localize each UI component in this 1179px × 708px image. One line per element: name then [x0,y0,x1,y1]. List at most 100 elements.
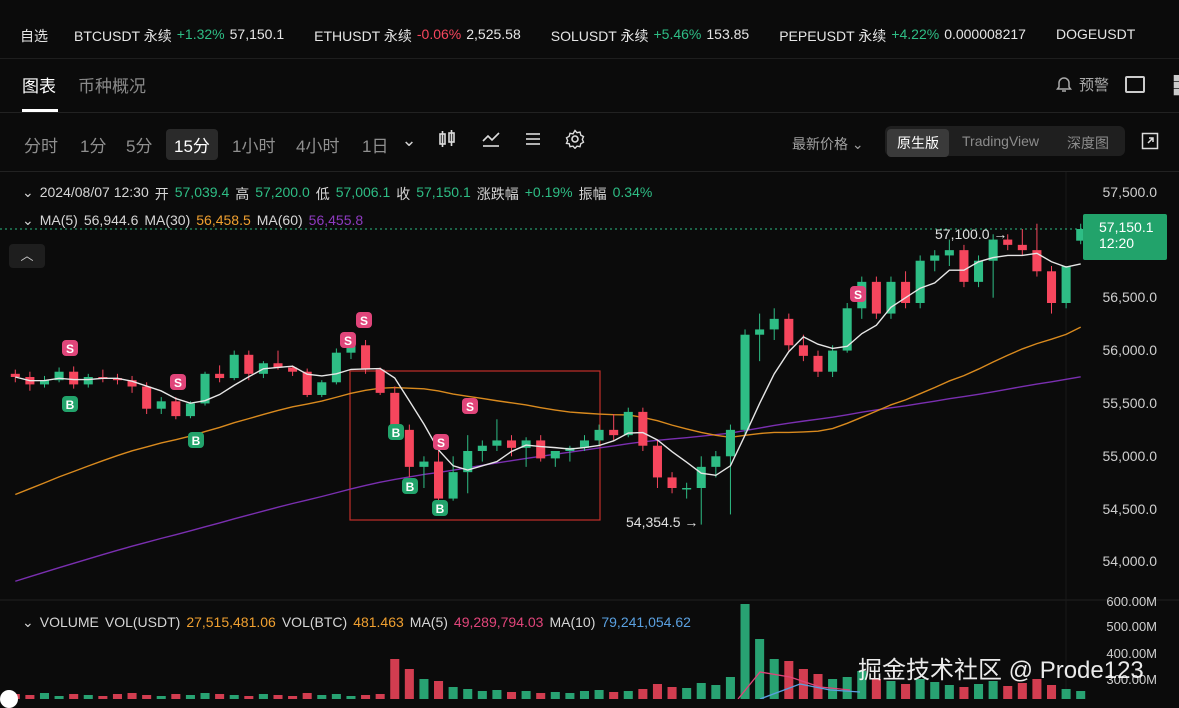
volume-bar [944,685,954,699]
candle-body [740,334,750,430]
current-price: 57,150.1 [1099,219,1154,235]
ohlc-time: 2024/08/07 12:30 [39,184,149,200]
candle-body [448,472,458,499]
candle-body [828,350,838,372]
scroll-handle[interactable] [0,690,18,708]
ticker-item[interactable]: ETHUSDT 永续 -0.06% 2,525.58 [314,26,521,46]
vol-ma5-label: MA(5) [409,614,448,630]
high-value: 57,200.0 [255,184,310,200]
fullscreen-icon[interactable] [1141,132,1159,150]
low-value: 57,006.1 [335,184,391,200]
ticker-item[interactable]: BTCUSDT 永续 +1.32% 57,150.1 [74,26,284,46]
tab-overview[interactable]: 币种概况 [78,72,146,97]
volume-bar [83,695,93,699]
price-axis-label: 57,500.0 [1102,184,1158,200]
ticker-item[interactable]: PEPEUSDT 永续 +4.22% 0.000008217 [779,26,1026,46]
sell-marker-label: S [66,342,74,356]
window-icon[interactable] [1125,76,1145,93]
sell-marker-label: S [854,288,862,302]
selection-box [349,370,601,521]
volume-bar [463,689,473,699]
volume-bar [755,639,765,699]
timeframe-15m[interactable]: 15分 [166,129,218,160]
collapse-caret-icon[interactable]: ⌄ [22,184,34,204]
vol-ma5-value: 49,289,794.03 [453,614,544,630]
volume-bar [273,695,283,699]
price-axis-label: 56,000.0 [1102,342,1158,358]
volume-bar [127,693,137,699]
candle-body [142,386,152,409]
volume-caret-icon[interactable]: ⌄ [22,614,34,631]
alert-button[interactable]: 预警 [1055,74,1109,95]
high-label: 高 [235,186,250,202]
collapse-button[interactable]: ︿ [9,244,45,268]
candle-body [1061,266,1071,303]
ticker-bar: 自选 BTCUSDT 永续 +1.32% 57,150.1 ETHUSDT 永续 -0.… [0,0,1179,59]
timeframe-5m[interactable]: 5分 [126,132,152,157]
timeframe-1h[interactable]: 1小时 [232,132,275,157]
candle-body [682,488,692,490]
candle-body [215,373,225,379]
buy-marker-label: B [406,480,415,494]
favorites-label[interactable]: 自选 [20,26,48,46]
indicator-icon[interactable] [480,129,502,151]
volume-bar [229,695,239,699]
volume-bar [25,695,35,699]
gear-icon[interactable] [564,129,586,151]
version-depth[interactable]: 深度图 [1067,133,1109,153]
candle-body [1017,244,1027,251]
ticker-item[interactable]: DOGEUSDT [1056,26,1145,46]
chevron-down-icon[interactable]: ⌄ [398,129,420,151]
ticker-item[interactable]: SOLUSDT 永续 +5.46% 153.85 [551,26,749,46]
ticker-change: +1.32% [176,26,225,42]
timeframe-1m[interactable]: 1分 [80,132,106,157]
sell-marker-label: S [437,436,445,450]
volume-bar [404,669,414,699]
volume-bar [390,659,400,699]
volume-bar [375,694,385,699]
volume-bar [901,684,911,699]
ticker-symbol: PEPEUSDT 永续 [779,28,887,44]
sell-marker-label: S [174,376,182,390]
timeframe-1d[interactable]: 1日 [362,132,388,157]
version-tradingview[interactable]: TradingView [962,133,1039,149]
more-icon[interactable]: ■ ■ ■ [1173,71,1179,98]
volume-bar [959,687,969,699]
candle-body [813,355,823,372]
amplitude-label: 振幅 [578,186,607,202]
volume-axis-label: 500.00M [1106,619,1157,634]
version-native[interactable]: 原生版 [887,129,949,157]
open-value: 57,039.4 [174,184,230,200]
volume-bar [740,604,750,699]
volume-axis-label: 600.00M [1106,594,1157,609]
candle-type-icon[interactable] [436,129,458,151]
candle-body [69,371,79,385]
price-type-select[interactable]: 最新价格 ⌄ [792,134,864,154]
timeframe-tick[interactable]: 分时 [24,132,58,157]
ohlc-line: ⌄ 2024/08/07 12:30 开 57,039.4 高 57,200.0… [22,184,652,204]
candle-body [784,318,794,346]
volume-bar [419,679,429,699]
candle-body [156,401,166,409]
candle-body [1046,271,1057,303]
current-price-tag: 57,150.1 12:20 [1083,214,1167,260]
alarm-icon [1055,76,1072,92]
candle-body [769,318,779,330]
ticker-symbol: SOLUSDT 永续 [550,28,649,44]
price-type-label: 最新价格 [792,136,848,152]
tab-chart[interactable]: 图表 [22,72,56,97]
candle-body [331,352,341,383]
amplitude-value: 0.34% [612,184,653,200]
vol-ma10-value: 79,241,054.62 [601,614,691,630]
alert-label: 预警 [1078,77,1109,94]
volume-bar [317,695,327,699]
volume-bar [711,685,721,699]
ma-caret-icon[interactable]: ⌄ [22,212,34,229]
list-settings-icon[interactable] [522,129,544,151]
candle-body [944,250,954,256]
volume-bar [434,681,444,699]
timeframe-4h[interactable]: 4小时 [296,132,339,157]
candle-body [244,354,254,374]
change-label: 涨跌幅 [476,186,519,202]
candle-body [536,440,546,459]
